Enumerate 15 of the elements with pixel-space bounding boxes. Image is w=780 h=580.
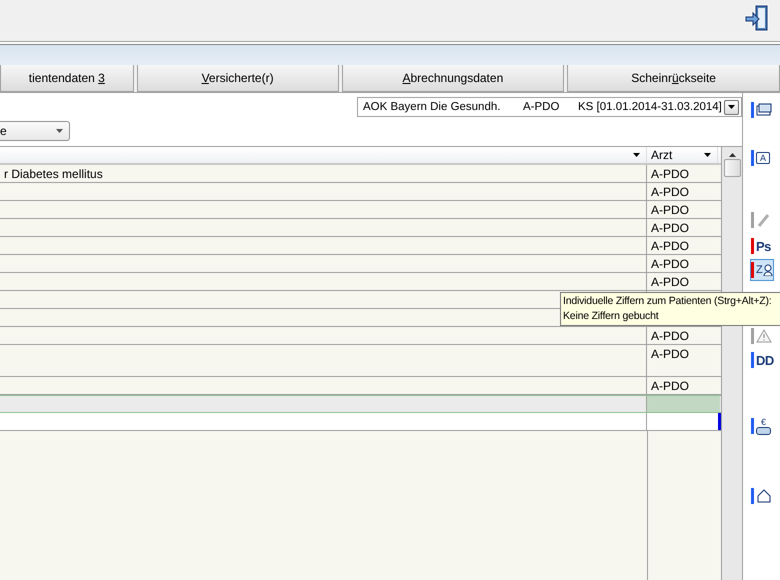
table-cell-text: A-PDO <box>650 256 690 272</box>
table-cell-text: A-PDO <box>650 274 690 290</box>
toolbar-label: DD <box>756 352 774 368</box>
table-cell-text: A-PDO <box>650 238 690 254</box>
table-cell-text: A-PDO <box>650 166 690 182</box>
table-cell-text: A-PDO <box>650 378 690 394</box>
table-cell-text: A-PDO <box>650 328 690 344</box>
table-cell: r Diabetes mellitus <box>0 165 647 182</box>
table-cell-text: A-PDO <box>650 202 690 218</box>
tooltip: Individuelle Ziffern zum Patienten (Strg+Alt+Z): Keine Ziffern gebucht <box>560 292 780 326</box>
table-cell-text: A-PDO <box>650 220 690 236</box>
toolbar-label: Ps <box>756 238 771 254</box>
table-cell-text: A-PDO <box>650 184 690 200</box>
table-cell-text: A-PDO <box>650 346 690 363</box>
card-icon: A <box>756 152 770 164</box>
